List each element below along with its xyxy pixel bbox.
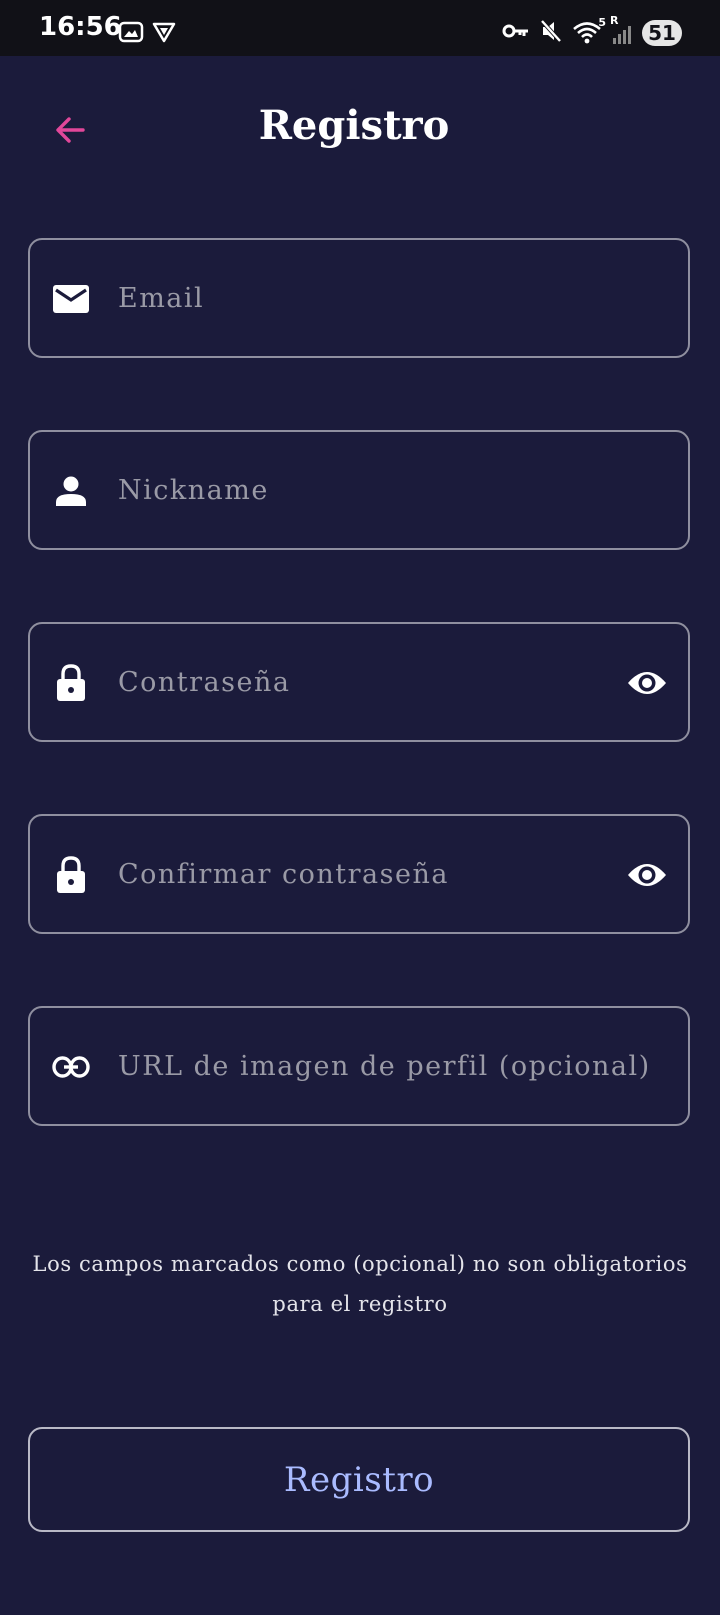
wifi-band-label: 5 [598, 16, 606, 29]
link-icon [52, 1048, 90, 1086]
person-icon [52, 472, 90, 510]
password-field[interactable] [28, 622, 690, 742]
email-icon [52, 280, 90, 318]
app-header: Registro [0, 56, 720, 211]
lock-icon [52, 664, 90, 702]
wifi-icon: 5 [572, 16, 606, 46]
lock-icon [52, 856, 90, 894]
battery-indicator: 51 [642, 20, 682, 46]
mute-icon [539, 18, 563, 48]
nickname-input[interactable] [118, 432, 598, 548]
password-input[interactable] [118, 624, 598, 740]
status-time: 16:56 [39, 12, 122, 42]
profile-url-input[interactable] [118, 1008, 678, 1124]
vpn-shield-icon [152, 20, 176, 48]
status-system-icons: 5 R 51 [502, 14, 682, 48]
screenshot-icon [118, 20, 144, 48]
key-icon [502, 21, 530, 45]
page-title: Registro [258, 102, 450, 149]
status-bar: 16:56 5 R 51 [0, 0, 720, 56]
nickname-field[interactable] [28, 430, 690, 550]
confirm-password-input[interactable] [118, 816, 598, 932]
eye-icon[interactable] [626, 662, 668, 704]
optional-fields-note: Los campos marcados como (opcional) no s… [32, 1252, 688, 1316]
status-notification-icons [118, 20, 176, 48]
eye-icon[interactable] [626, 854, 668, 896]
register-button[interactable]: Registro [28, 1427, 690, 1532]
roaming-label: R [610, 14, 619, 27]
profile-url-field[interactable] [28, 1006, 690, 1126]
signal-icon: R [610, 14, 633, 46]
email-field[interactable] [28, 238, 690, 358]
email-input[interactable] [118, 240, 598, 356]
confirm-password-field[interactable] [28, 814, 690, 934]
